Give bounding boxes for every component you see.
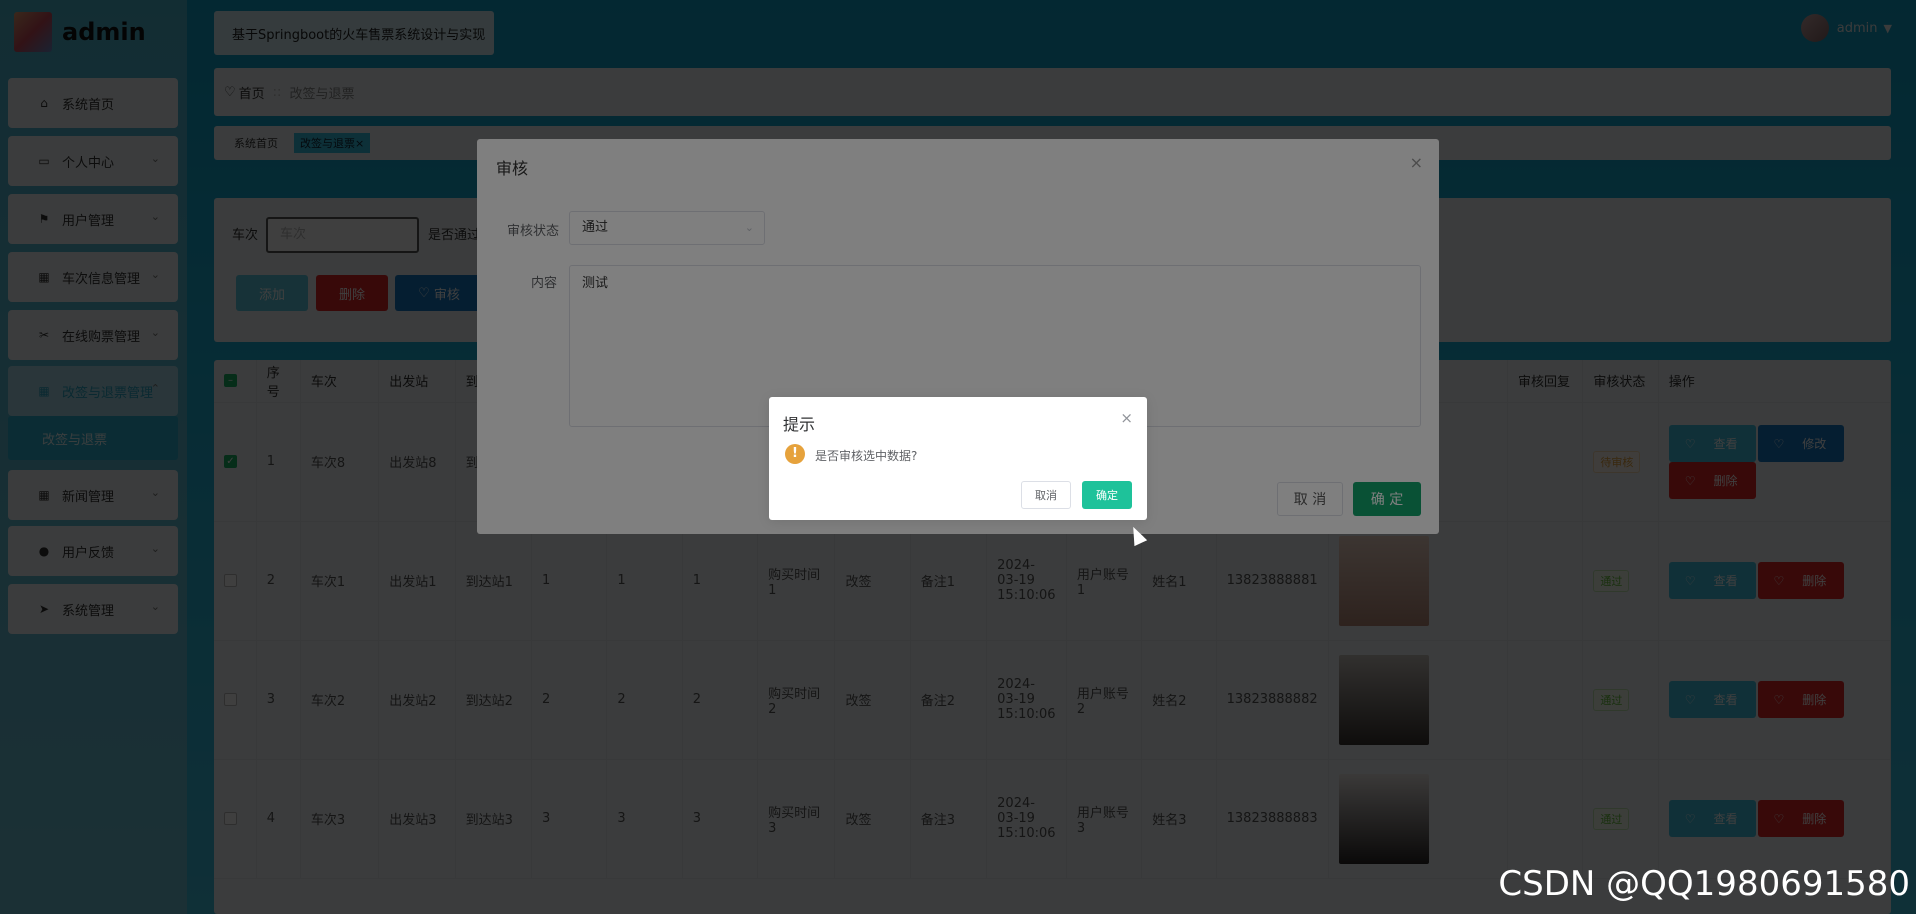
confirm-ok-button[interactable]: 确定 [1082, 481, 1132, 509]
confirm-box: 提示 × ! 是否审核选中数据? 取消 确定 [769, 397, 1147, 520]
warning-icon: ! [785, 444, 805, 464]
close-icon[interactable]: × [1120, 409, 1133, 427]
confirm-message: 是否审核选中数据? [815, 449, 918, 463]
confirm-title: 提示 [783, 415, 816, 434]
confirm-cancel-button[interactable]: 取消 [1021, 481, 1071, 509]
watermark: CSDN @QQ1980691580 [1498, 864, 1910, 904]
